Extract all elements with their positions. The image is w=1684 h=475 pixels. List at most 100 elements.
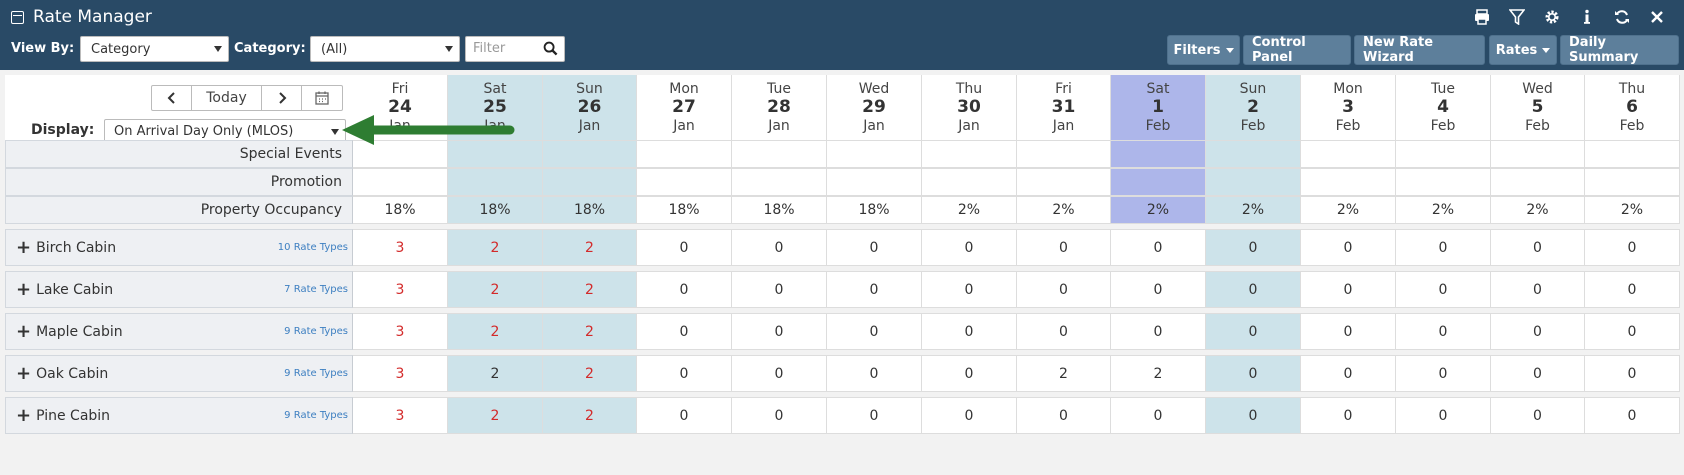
rate-cell[interactable]: 0 xyxy=(1491,355,1585,392)
info-cell[interactable] xyxy=(353,168,448,196)
info-cell[interactable]: 2% xyxy=(1206,196,1301,224)
rate-types-link[interactable]: 9 Rate Types xyxy=(284,356,348,391)
rate-cell[interactable]: 0 xyxy=(732,271,827,308)
info-cell[interactable]: 2% xyxy=(1301,196,1396,224)
expand-icon[interactable]: + xyxy=(16,279,31,300)
gear-icon[interactable] xyxy=(1534,6,1569,28)
info-cell[interactable]: 2% xyxy=(1396,196,1491,224)
rate-cell[interactable]: 2 xyxy=(448,271,543,308)
rate-cell[interactable]: 0 xyxy=(1301,229,1396,266)
rate-types-link[interactable]: 9 Rate Types xyxy=(284,314,348,349)
rate-cell[interactable]: 0 xyxy=(1585,271,1680,308)
rate-cell[interactable]: 0 xyxy=(637,397,732,434)
close-icon[interactable] xyxy=(1639,6,1674,28)
rate-cell[interactable]: 2 xyxy=(543,271,637,308)
info-cell[interactable] xyxy=(543,140,637,168)
info-cell[interactable]: 2% xyxy=(1017,196,1111,224)
rate-cell[interactable]: 2 xyxy=(1111,355,1206,392)
rate-cell[interactable]: 0 xyxy=(827,313,922,350)
rate-cell[interactable]: 0 xyxy=(1017,271,1111,308)
info-cell[interactable] xyxy=(448,168,543,196)
category-select[interactable]: (All) xyxy=(310,36,460,62)
info-cell[interactable] xyxy=(1491,140,1585,168)
rate-cell[interactable]: 0 xyxy=(1396,313,1491,350)
info-cell[interactable] xyxy=(922,168,1017,196)
rate-cell[interactable]: 0 xyxy=(1206,229,1301,266)
rate-cell[interactable]: 0 xyxy=(922,229,1017,266)
info-cell[interactable] xyxy=(1585,140,1680,168)
rate-cell[interactable]: 0 xyxy=(1301,271,1396,308)
rate-cell[interactable]: 0 xyxy=(827,229,922,266)
info-cell[interactable]: 18% xyxy=(732,196,827,224)
info-cell[interactable]: 18% xyxy=(353,196,448,224)
info-cell[interactable] xyxy=(637,140,732,168)
rate-cell[interactable]: 2 xyxy=(448,355,543,392)
rate-cell[interactable]: 0 xyxy=(637,313,732,350)
rate-cell[interactable]: 0 xyxy=(1017,397,1111,434)
rate-cell[interactable]: 0 xyxy=(1491,271,1585,308)
info-cell[interactable]: 2% xyxy=(922,196,1017,224)
rate-types-link[interactable]: 7 Rate Types xyxy=(284,272,348,307)
info-cell[interactable] xyxy=(922,140,1017,168)
info-cell[interactable] xyxy=(1396,168,1491,196)
info-cell[interactable] xyxy=(1111,168,1206,196)
rate-cell[interactable]: 0 xyxy=(922,271,1017,308)
rate-cell[interactable]: 2 xyxy=(448,397,543,434)
rate-cell[interactable]: 0 xyxy=(1206,397,1301,434)
expand-icon[interactable]: + xyxy=(16,405,31,426)
rate-cell[interactable]: 0 xyxy=(637,271,732,308)
rate-cell[interactable]: 0 xyxy=(1585,355,1680,392)
rate-cell[interactable]: 0 xyxy=(1491,313,1585,350)
rate-cell[interactable]: 0 xyxy=(1111,313,1206,350)
rate-cell[interactable]: 0 xyxy=(732,313,827,350)
info-cell[interactable] xyxy=(827,140,922,168)
rate-cell[interactable]: 0 xyxy=(732,229,827,266)
rate-cell[interactable]: 0 xyxy=(922,313,1017,350)
info-cell[interactable] xyxy=(827,168,922,196)
rate-cell[interactable]: 0 xyxy=(1301,355,1396,392)
print-icon[interactable] xyxy=(1464,6,1499,28)
rate-cell[interactable]: 0 xyxy=(1396,229,1491,266)
room-label[interactable]: + Oak Cabin 9 Rate Types xyxy=(5,355,353,392)
rate-cell[interactable]: 0 xyxy=(827,355,922,392)
rate-cell[interactable]: 0 xyxy=(1396,355,1491,392)
rate-cell[interactable]: 0 xyxy=(922,397,1017,434)
rate-types-link[interactable]: 10 Rate Types xyxy=(278,230,348,265)
rate-cell[interactable]: 2 xyxy=(543,229,637,266)
info-cell[interactable] xyxy=(637,168,732,196)
previous-button[interactable] xyxy=(152,86,192,110)
rate-cell[interactable]: 2 xyxy=(543,313,637,350)
rate-cell[interactable]: 0 xyxy=(1585,313,1680,350)
expand-icon[interactable]: + xyxy=(16,363,31,384)
rate-cell[interactable]: 3 xyxy=(353,271,448,308)
rate-cell[interactable]: 0 xyxy=(1111,397,1206,434)
room-label[interactable]: + Maple Cabin 9 Rate Types xyxy=(5,313,353,350)
funnel-icon[interactable] xyxy=(1499,6,1534,28)
info-cell[interactable] xyxy=(1585,168,1680,196)
rate-cell[interactable]: 2 xyxy=(543,397,637,434)
info-cell[interactable] xyxy=(1017,168,1111,196)
rate-cell[interactable]: 0 xyxy=(922,355,1017,392)
info-icon[interactable] xyxy=(1569,6,1604,28)
info-cell[interactable] xyxy=(1206,140,1301,168)
calendar-button[interactable] xyxy=(302,86,342,110)
rate-cell[interactable]: 0 xyxy=(1111,271,1206,308)
rate-cell[interactable]: 0 xyxy=(1491,397,1585,434)
info-cell[interactable]: 2% xyxy=(1111,196,1206,224)
rate-cell[interactable]: 0 xyxy=(1111,229,1206,266)
rate-cell[interactable]: 2 xyxy=(543,355,637,392)
rate-cell[interactable]: 0 xyxy=(637,355,732,392)
info-cell[interactable] xyxy=(1111,140,1206,168)
next-button[interactable] xyxy=(262,86,302,110)
rate-cell[interactable]: 3 xyxy=(353,229,448,266)
expand-icon[interactable]: + xyxy=(16,237,31,258)
rate-cell[interactable]: 0 xyxy=(732,397,827,434)
rate-cell[interactable]: 0 xyxy=(732,355,827,392)
rate-cell[interactable]: 0 xyxy=(1396,271,1491,308)
rate-cell[interactable]: 0 xyxy=(637,229,732,266)
rate-cell[interactable]: 3 xyxy=(353,397,448,434)
info-cell[interactable]: 18% xyxy=(448,196,543,224)
rate-cell[interactable]: 0 xyxy=(1017,313,1111,350)
rate-cell[interactable]: 0 xyxy=(1206,313,1301,350)
info-cell[interactable] xyxy=(1491,168,1585,196)
